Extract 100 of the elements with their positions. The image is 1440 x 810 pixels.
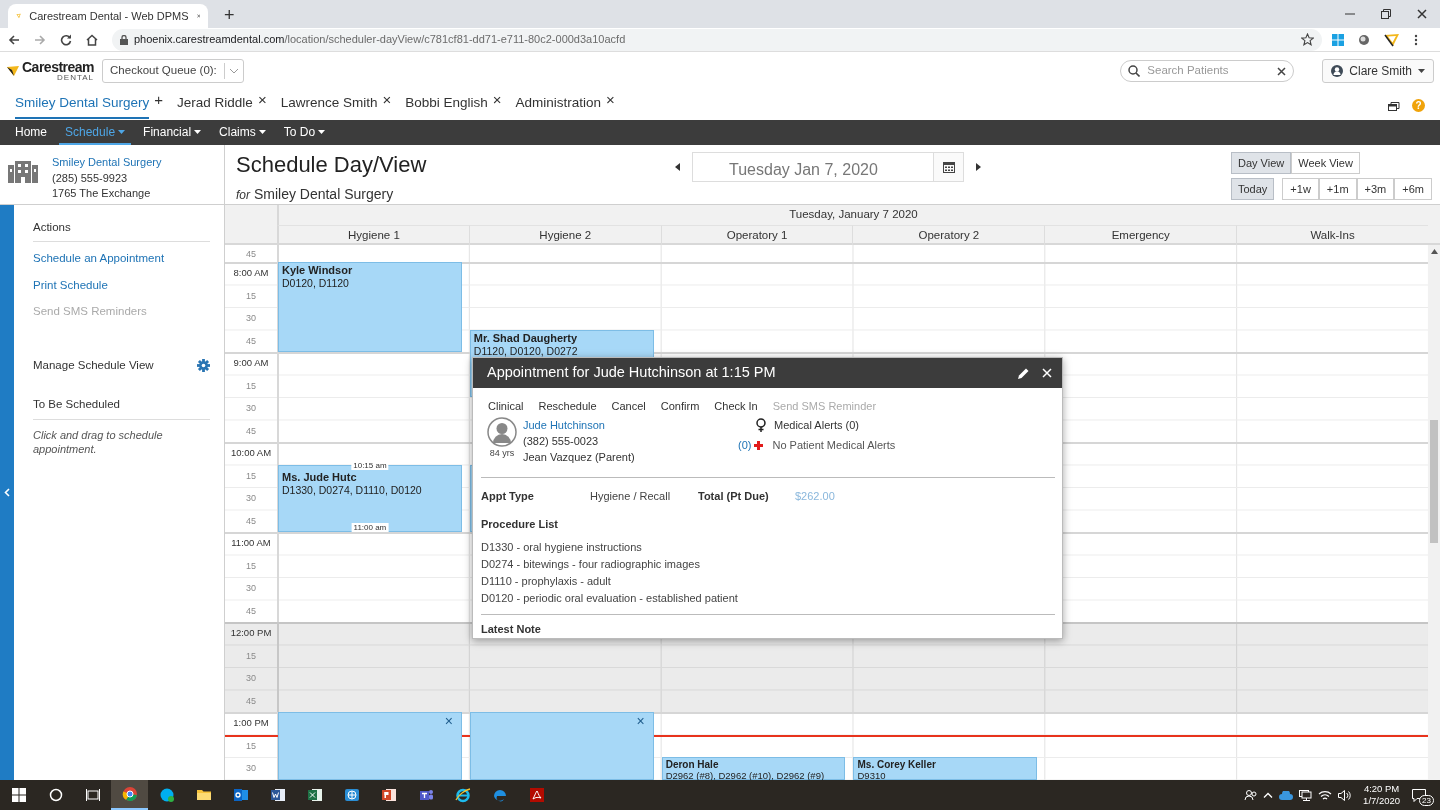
view-button[interactable]: Day View: [1231, 152, 1292, 174]
action-link[interactable]: Schedule an Appointment: [33, 250, 210, 268]
search-field[interactable]: Search Patients: [1145, 61, 1273, 81]
jump-button[interactable]: +3m: [1356, 178, 1395, 200]
popup-action[interactable]: Cancel: [611, 398, 646, 415]
lock-icon: [120, 34, 128, 45]
clock-date[interactable]: 1/7/2020: [1363, 795, 1401, 807]
time-label: 15: [246, 470, 256, 481]
clock-time[interactable]: 4:20 PM: [1363, 783, 1400, 795]
jump-button[interactable]: +6m: [1394, 178, 1432, 200]
cloud-icon[interactable]: [1279, 790, 1294, 800]
practice-link[interactable]: Smiley Dental Surgery: [52, 155, 162, 171]
new-tab-button[interactable]: +: [220, 6, 239, 24]
close-tab-button[interactable]: ×: [380, 93, 394, 107]
practice-tab[interactable]: Bobbi English: [405, 91, 488, 119]
time-label: 9:00 AM: [233, 358, 269, 369]
browser-icon: [454, 787, 471, 803]
logo-icon[interactable]: [1384, 32, 1400, 47]
next-icon[interactable]: [976, 163, 981, 171]
globe-icon: [343, 787, 360, 803]
network-icon[interactable]: [1299, 789, 1313, 801]
user-menu-button[interactable]: Clare Smith: [1322, 59, 1434, 83]
time-label: 45: [246, 335, 256, 346]
caret-icon: [258, 129, 266, 134]
nav-menu-item[interactable]: Claims: [213, 120, 272, 145]
document-icon: [269, 787, 286, 803]
star-icon[interactable]: [1301, 33, 1314, 46]
close-tab-button[interactable]: ×: [255, 93, 269, 107]
remove-button[interactable]: ×: [636, 715, 645, 727]
close-tab-button[interactable]: ×: [490, 93, 504, 107]
volume-icon[interactable]: [1338, 789, 1352, 801]
logo-text: Carestream: [22, 60, 95, 74]
browser-tab[interactable]: Carestream Dental - Web DPMS: [8, 4, 208, 28]
appointment-block[interactable]: 10:15 am Ms. Jude Hutc D1330, D0274, D1110, D0120 11:00 am: [278, 464, 462, 532]
restore-icon[interactable]: [1381, 9, 1391, 19]
previous-icon[interactable]: [675, 163, 680, 171]
add-tab-button[interactable]: +: [152, 93, 166, 107]
calendar-button[interactable]: [933, 153, 963, 181]
procedure-item: D0274 - bitewings - four radiographic images: [481, 556, 701, 572]
windows-logo-icon[interactable]: [1332, 33, 1344, 46]
appointment-block[interactable]: Ms. Corey Keller D9310: [853, 757, 1038, 780]
date-field[interactable]: Tuesday Jan 7, 2020: [692, 152, 964, 182]
appointment-block[interactable]: ×: [469, 712, 654, 780]
home-icon[interactable]: [86, 33, 98, 46]
patient-name: Deron Hale: [665, 759, 720, 770]
extension-icon[interactable]: [1358, 33, 1370, 46]
close-icon[interactable]: [1417, 9, 1427, 19]
remove-button[interactable]: ×: [444, 715, 453, 727]
notification-count: 23: [1419, 794, 1434, 806]
nav-menu-item[interactable]: Schedule: [59, 120, 132, 145]
browser-icon: [491, 787, 508, 803]
building-icon: [8, 159, 38, 183]
back-icon[interactable]: [8, 33, 20, 46]
collapse-handle[interactable]: [0, 205, 14, 780]
appointment-block[interactable]: Kyle Windsor D0120, D1120: [278, 262, 462, 352]
practice-tab[interactable]: Smiley Dental Surgery: [15, 91, 150, 119]
people-icon[interactable]: [1244, 789, 1258, 801]
time-label: 30: [246, 403, 256, 414]
windows-icon[interactable]: [1388, 99, 1400, 111]
today-button[interactable]: Today: [1231, 178, 1275, 200]
clear-icon[interactable]: [1277, 66, 1287, 76]
section-heading: Actions: [33, 219, 210, 243]
popup-action[interactable]: Reschedule: [538, 398, 597, 415]
time-label: 30: [246, 673, 256, 684]
pdf-icon: [528, 787, 545, 803]
reload-icon[interactable]: [60, 33, 72, 46]
female-icon: [756, 417, 766, 432]
patient-link[interactable]: Jude Hutchinson: [523, 416, 738, 433]
search-icon: [48, 788, 63, 802]
address-field[interactable]: phoenix.carestreamdental.com/location/scheduler-dayView/c781cf81-dd71-e711-80c2-000d3a10acfd: [112, 28, 1322, 51]
wifi-icon[interactable]: [1318, 789, 1333, 801]
practice-tab[interactable]: Jerad Riddle: [177, 91, 253, 119]
section-heading: Latest Note: [481, 621, 542, 637]
chevron-icon[interactable]: [1263, 792, 1274, 798]
caret-icon: [118, 129, 126, 134]
action-link[interactable]: Print Schedule: [33, 276, 210, 294]
popup-action[interactable]: Clinical: [488, 398, 524, 415]
scroll-up-icon[interactable]: [1430, 249, 1438, 254]
nav-menu-item[interactable]: To Do: [277, 120, 332, 145]
edit-icon[interactable]: [1017, 366, 1030, 380]
nav-menu-item[interactable]: Home: [9, 120, 53, 145]
checkout-queue-dropdown[interactable]: Checkout Queue (0):: [102, 59, 245, 83]
view-button[interactable]: Week View: [1291, 152, 1360, 174]
close-tab-button[interactable]: ×: [604, 93, 617, 107]
scrollbar[interactable]: [1428, 245, 1440, 780]
alert-count-link[interactable]: (0): [738, 437, 752, 454]
jump-button[interactable]: +1m: [1318, 178, 1357, 200]
settings-icon[interactable]: [197, 359, 210, 373]
popup-action[interactable]: Check In: [714, 398, 758, 415]
practice-tab[interactable]: Administration: [515, 91, 602, 119]
avatar-icon: [487, 416, 517, 447]
appointment-block[interactable]: ×: [278, 712, 462, 780]
page-subtitle: for Smiley Dental Surgery: [236, 185, 395, 204]
procedure-codes: D0120, D1120: [282, 277, 350, 290]
menu-icon[interactable]: [1414, 33, 1418, 46]
popup-action[interactable]: Confirm: [660, 398, 700, 415]
nav-menu-item[interactable]: Financial: [137, 120, 208, 145]
practice-tab[interactable]: Lawrence Smith: [280, 91, 378, 119]
scrollbar-thumb[interactable]: [1430, 420, 1438, 543]
jump-button[interactable]: +1w: [1282, 178, 1319, 200]
